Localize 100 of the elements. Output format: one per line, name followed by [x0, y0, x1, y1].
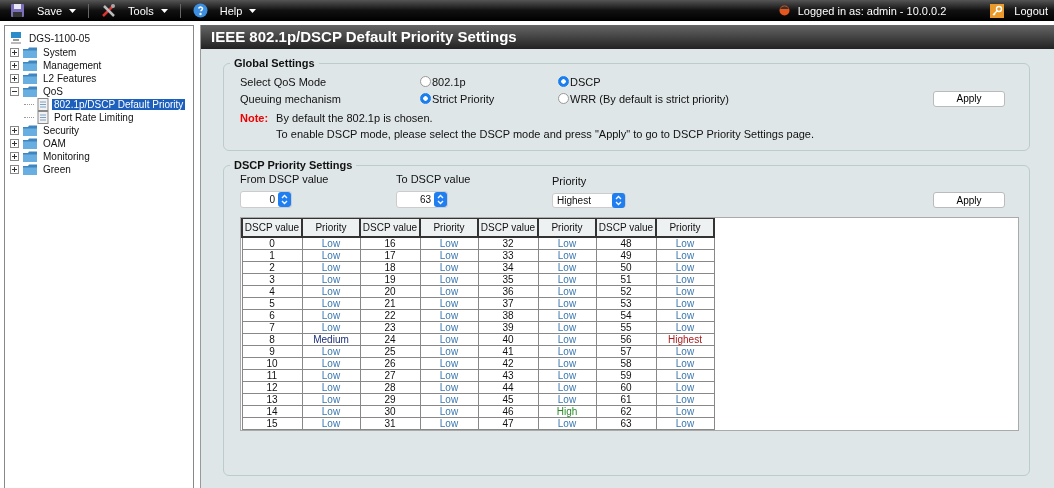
table-cell: 59: [596, 369, 656, 382]
table-cell: 12: [242, 381, 302, 394]
table-cell: Low: [538, 285, 596, 298]
table-cell: 37: [478, 297, 538, 310]
collapse-icon[interactable]: [10, 87, 19, 96]
note-text: By default the 802.1p is chosen.: [276, 112, 434, 124]
folder-icon: [22, 85, 38, 98]
table-cell: Low: [302, 249, 360, 262]
table-cell: 55: [596, 321, 656, 334]
expand-icon[interactable]: [10, 48, 19, 57]
dropdown[interactable]: 63: [396, 191, 448, 208]
table-cell: Low: [302, 393, 360, 406]
table-cell: Low: [302, 273, 360, 286]
table-cell: Low: [538, 333, 596, 346]
tree-item[interactable]: Monitoring: [41, 151, 92, 162]
table-cell: 3: [242, 273, 302, 286]
table-cell: Low: [656, 237, 714, 250]
table-cell: 38: [478, 309, 538, 322]
table-cell: 10: [242, 357, 302, 370]
tree-item[interactable]: QoS: [41, 86, 65, 97]
expand-icon[interactable]: [10, 152, 19, 161]
table-cell: Low: [656, 357, 714, 370]
table-cell: Low: [538, 357, 596, 370]
table-cell: 53: [596, 297, 656, 310]
table-cell: Low: [420, 333, 478, 346]
tree-item[interactable]: Management: [41, 60, 104, 71]
logout-link[interactable]: Logout: [1014, 4, 1048, 17]
radio-button[interactable]: [558, 93, 569, 104]
table-cell: Low: [538, 345, 596, 358]
radio-button[interactable]: [420, 76, 431, 87]
apply-button[interactable]: Apply: [933, 90, 1005, 107]
table-cell: 44: [478, 381, 538, 394]
option-label: WRR (By default is strict priority): [570, 92, 729, 105]
table-cell: Low: [420, 405, 478, 418]
table-cell: 62: [596, 405, 656, 418]
table-cell: 51: [596, 273, 656, 286]
radio-button[interactable]: [558, 76, 569, 87]
table-cell: Low: [420, 357, 478, 370]
caret-icon: [69, 8, 77, 13]
table-cell: Low: [302, 417, 360, 430]
table-cell: Highest: [656, 333, 714, 346]
table-cell: Low: [656, 249, 714, 262]
table-cell: 52: [596, 285, 656, 298]
user-status-icon: [778, 5, 790, 16]
option-label: Strict Priority: [432, 92, 495, 105]
menu-button[interactable]: Save: [37, 4, 77, 17]
table-cell: Low: [656, 285, 714, 298]
stepper-icon: [278, 192, 291, 207]
radio-button[interactable]: [420, 93, 431, 104]
field-label: Priority: [552, 175, 588, 187]
table-cell: Low: [420, 273, 478, 286]
dropdown[interactable]: 0: [240, 191, 292, 208]
tree-item[interactable]: L2 Features: [41, 73, 99, 84]
tree-item[interactable]: Port Rate Limiting: [52, 112, 136, 123]
tools-icon: [101, 3, 117, 18]
column-header: DSCP value: [242, 218, 302, 237]
column-header: DSCP value: [596, 218, 656, 237]
table-cell: Low: [538, 417, 596, 430]
table-cell: 24: [360, 333, 420, 346]
table-cell: 13: [242, 393, 302, 406]
table-cell: 17: [360, 249, 420, 262]
table-cell: 40: [478, 333, 538, 346]
table-cell: Low: [656, 309, 714, 322]
help-icon: [192, 3, 208, 18]
tree-item[interactable]: System: [41, 47, 79, 58]
table-cell: 28: [360, 381, 420, 394]
option-label: DSCP: [570, 75, 601, 88]
tree-item[interactable]: Green: [41, 164, 73, 175]
expand-icon[interactable]: [10, 139, 19, 148]
expand-icon[interactable]: [10, 61, 19, 70]
tree-item[interactable]: 802.1p/DSCP Default Priority: [52, 99, 186, 110]
tree-item[interactable]: OAM: [41, 138, 68, 149]
table-cell: 58: [596, 357, 656, 370]
table-cell: High: [538, 405, 596, 418]
document-icon: [37, 111, 49, 124]
table-cell: Low: [420, 261, 478, 274]
expand-icon[interactable]: [10, 126, 19, 135]
field-label: From DSCP value: [240, 173, 330, 185]
tree-item[interactable]: DGS-1100-05: [27, 32, 92, 44]
table-cell: 27: [360, 369, 420, 382]
table-cell: Low: [302, 237, 360, 250]
table-cell: 33: [478, 249, 538, 262]
stepper-icon: [434, 192, 447, 207]
expand-icon[interactable]: [10, 165, 19, 174]
table-cell: Low: [538, 381, 596, 394]
table-cell: 31: [360, 417, 420, 430]
expand-icon[interactable]: [10, 74, 19, 83]
table-cell: Low: [656, 369, 714, 382]
table-cell: 41: [478, 345, 538, 358]
dropdown[interactable]: Highest: [552, 193, 626, 208]
table-cell: Low: [656, 261, 714, 274]
folder-icon: [22, 150, 38, 163]
apply-button[interactable]: Apply: [933, 192, 1005, 208]
table-cell: Low: [302, 321, 360, 334]
table-cell: Low: [420, 285, 478, 298]
menu-button[interactable]: Help: [219, 4, 257, 17]
menu-button[interactable]: Tools: [128, 4, 168, 17]
tree-item[interactable]: Security: [41, 125, 82, 136]
table-cell: 36: [478, 285, 538, 298]
table-cell: 22: [360, 309, 420, 322]
